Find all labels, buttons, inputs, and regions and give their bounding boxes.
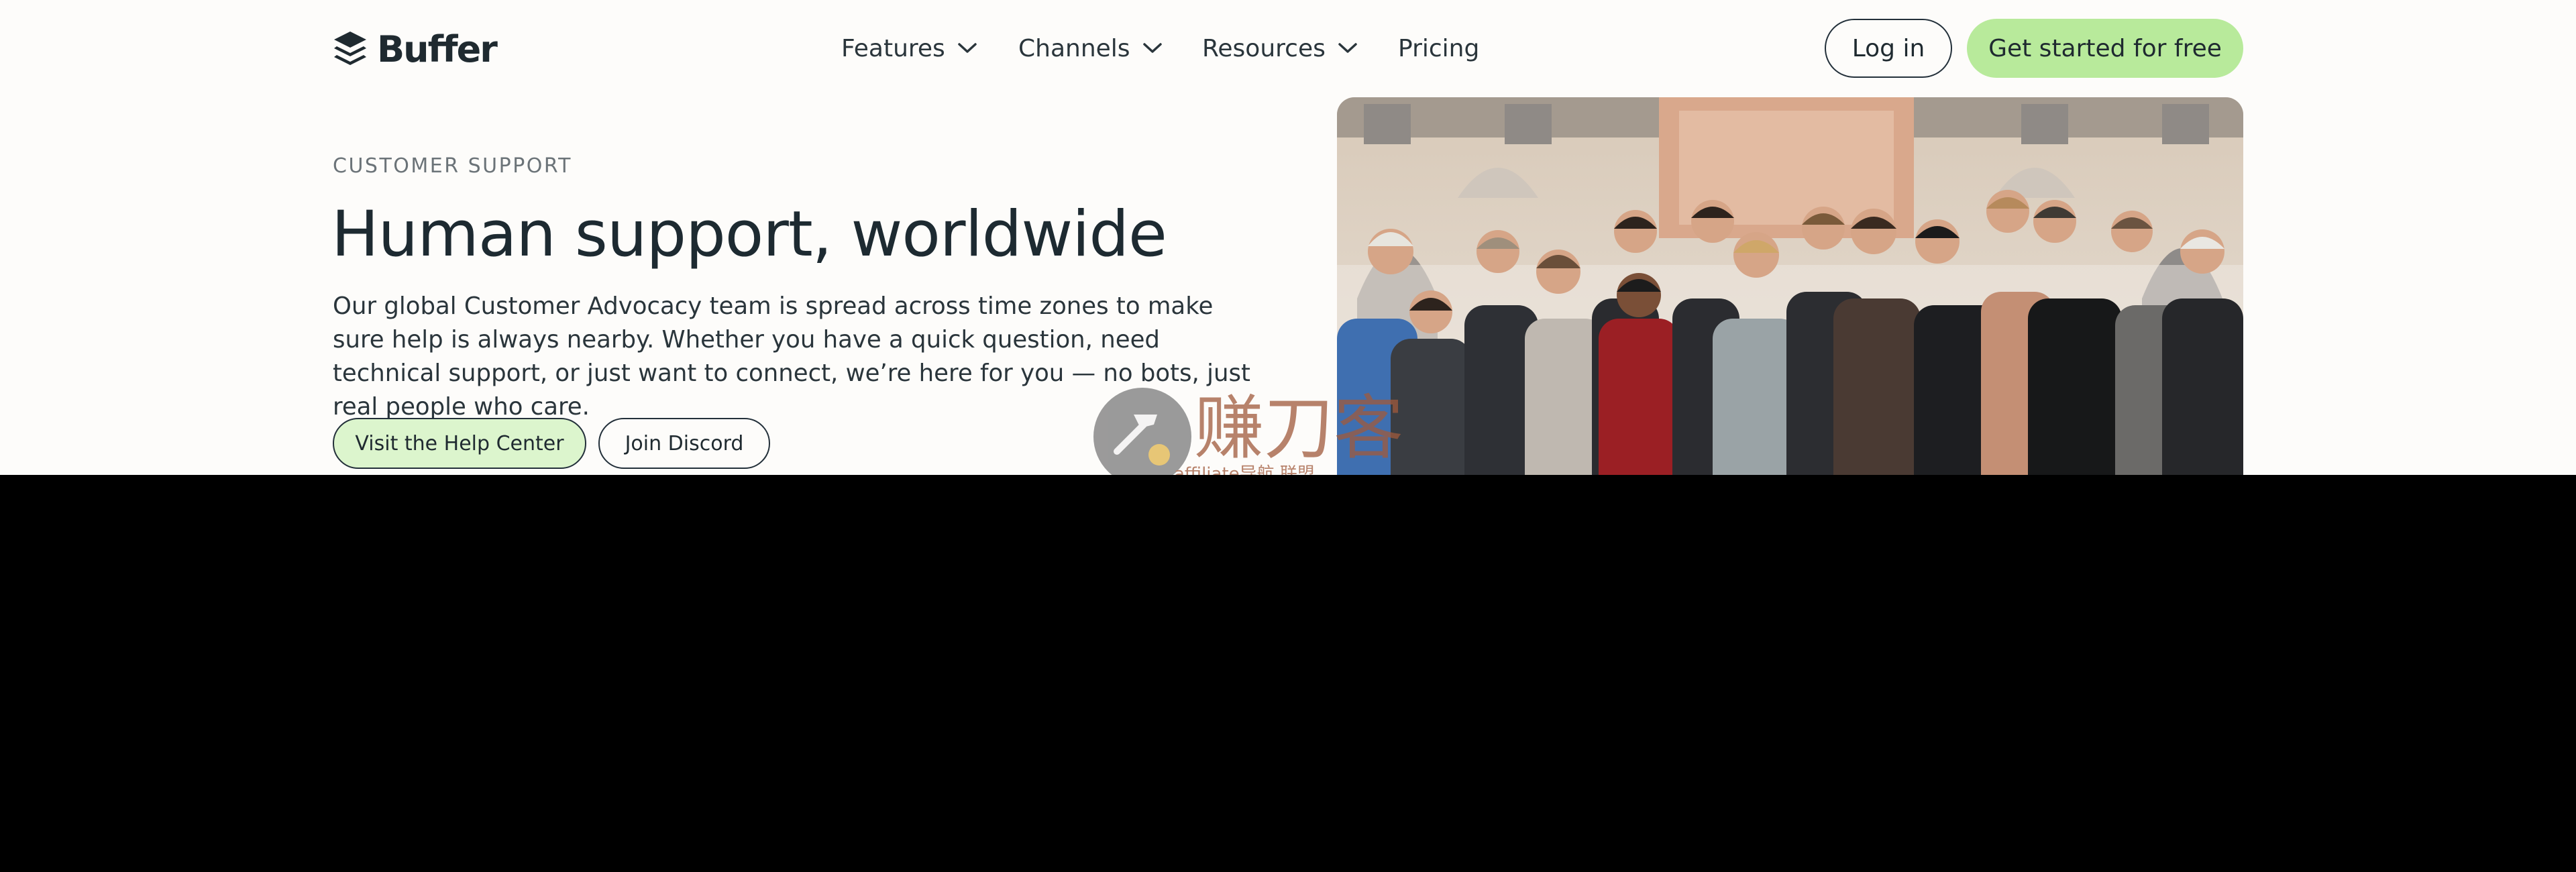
watermark-subtext: affiliate导航 联盟	[1174, 464, 1315, 475]
nav-channels[interactable]: Channels	[1018, 28, 1163, 68]
nav-resources[interactable]: Resources	[1202, 28, 1358, 68]
login-button[interactable]: Log in	[1825, 19, 1952, 78]
watermark: 赚刀客 affiliate导航 联盟	[1093, 388, 1496, 475]
hero-title: Human support, worldwide	[331, 198, 1167, 271]
brand-name: Buffer	[377, 28, 498, 70]
section-eyebrow: CUSTOMER SUPPORT	[333, 154, 572, 178]
chevron-down-icon	[958, 43, 977, 53]
watermark-text: 赚刀客	[1194, 387, 1404, 469]
page-viewport: Buffer Features Channels Resources Prici…	[0, 0, 2576, 475]
nav-resources-label: Resources	[1202, 34, 1326, 62]
chevron-down-icon	[1338, 43, 1357, 53]
buffer-logo[interactable]: Buffer	[333, 28, 498, 71]
buffer-stack-icon	[334, 32, 366, 65]
nav-pricing[interactable]: Pricing	[1398, 28, 1479, 68]
nav-channels-label: Channels	[1018, 34, 1130, 62]
join-discord-button[interactable]: Join Discord	[598, 418, 770, 469]
nav-features-label: Features	[841, 34, 945, 62]
nav-pricing-label: Pricing	[1398, 34, 1480, 62]
nav-features[interactable]: Features	[841, 28, 977, 68]
chevron-down-icon	[1142, 43, 1162, 53]
help-center-button[interactable]: Visit the Help Center	[333, 418, 586, 469]
get-started-button[interactable]: Get started for free	[1967, 19, 2243, 78]
